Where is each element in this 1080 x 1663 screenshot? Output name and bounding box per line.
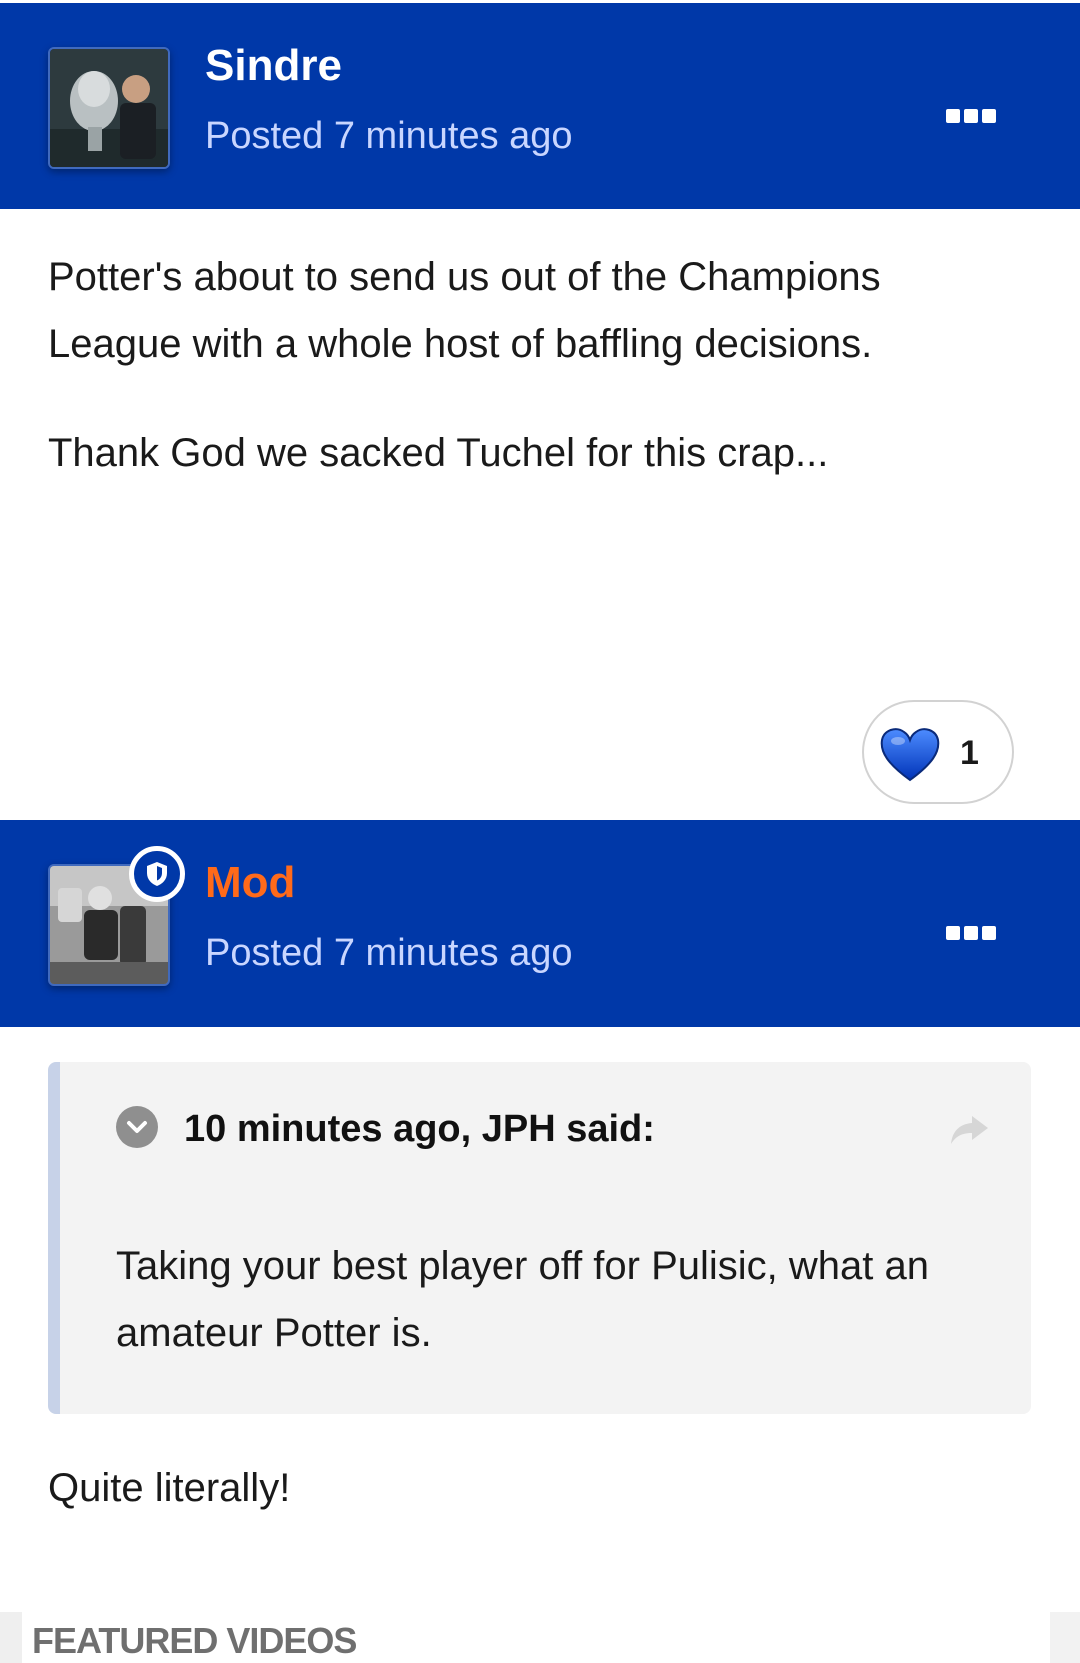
more-options-icon[interactable] (946, 109, 996, 125)
post-author[interactable]: Sindre (205, 41, 342, 91)
post-header: Mod Posted 7 minutes ago (0, 820, 1080, 1027)
moderator-badge-icon (129, 846, 185, 902)
post-paragraph: Thank God we sacked Tuchel for this crap… (48, 431, 829, 475)
more-options-icon[interactable] (946, 926, 996, 942)
post-paragraph: Potter's about to send us out of the Cha… (48, 255, 881, 366)
section-heading: FEATURED VIDEOS (32, 1620, 357, 1661)
quote-block: 10 minutes ago, JPH said: Taking your be… (48, 1062, 1031, 1414)
reaction-count: 1 (960, 734, 979, 772)
share-arrow-icon[interactable] (948, 1112, 990, 1148)
collapse-quote-icon[interactable] (116, 1106, 158, 1148)
post-author[interactable]: Mod (205, 858, 295, 908)
avatar[interactable] (48, 47, 170, 169)
heart-icon (880, 728, 940, 782)
post-header: Sindre Posted 7 minutes ago (0, 3, 1080, 209)
reaction-button[interactable]: 1 (862, 700, 1014, 804)
post-paragraph: Quite literally! (48, 1466, 291, 1510)
quote-citation[interactable]: 10 minutes ago, JPH said: (184, 1108, 655, 1151)
post-timestamp[interactable]: Posted 7 minutes ago (205, 115, 573, 158)
quote-text: Taking your best player off for Pulisic,… (116, 1244, 930, 1355)
featured-videos-section: FEATURED VIDEOS (0, 1612, 1080, 1663)
post-timestamp[interactable]: Posted 7 minutes ago (205, 932, 573, 975)
